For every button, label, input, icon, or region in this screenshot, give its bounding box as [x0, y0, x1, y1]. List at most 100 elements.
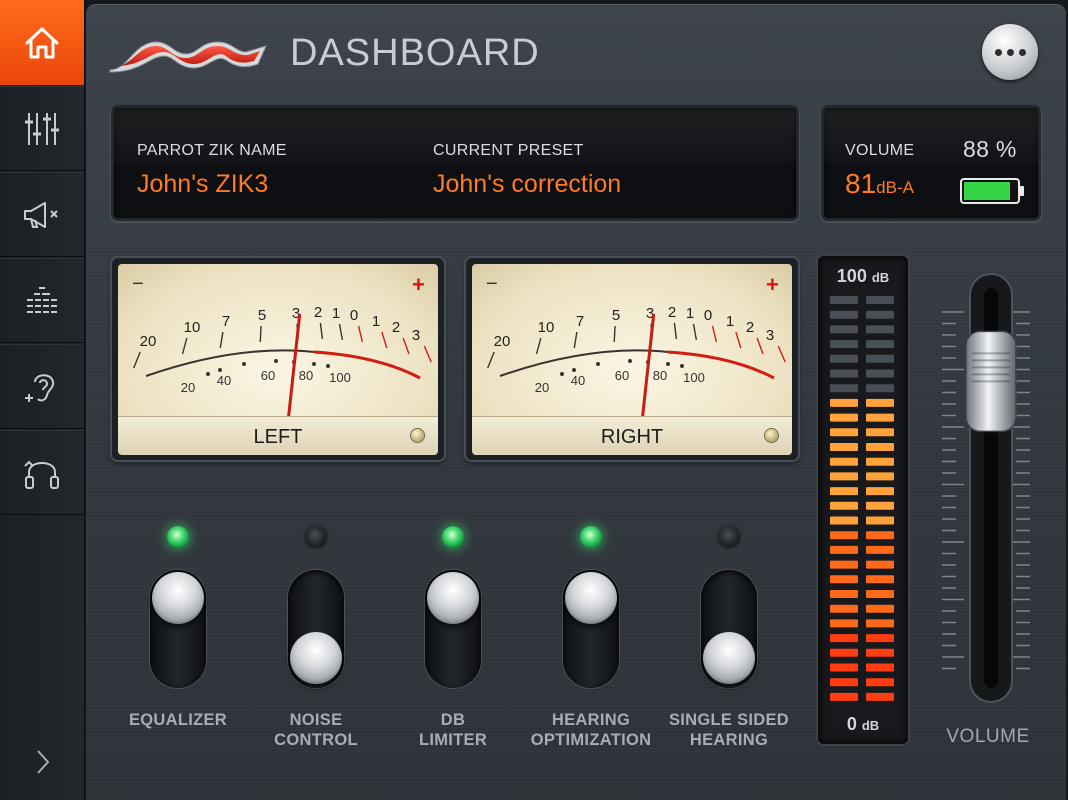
left-meter-top-tick-label: 2: [314, 304, 322, 321]
more-button[interactable]: [982, 24, 1038, 80]
right-meter-tick: [573, 331, 578, 349]
left-meter-top-tick-label: 1: [372, 313, 380, 330]
level-segment-left: [830, 648, 858, 657]
hearing-optimization-status-led: [580, 526, 602, 548]
right-vu-meter: − +20 10 7 5 3 2 1 0 1 2 3 20 40 60 80 100 RIGHT: [466, 258, 798, 460]
level-segment-right: [866, 384, 894, 393]
chevron-right-icon: [37, 750, 50, 774]
current-preset-value: John's correction: [433, 170, 622, 198]
left-meter-top-tick-label: 10: [184, 319, 201, 336]
right-meter-light: [765, 429, 778, 442]
level-segment-left: [830, 590, 858, 598]
level-segment-left: [830, 692, 858, 701]
right-meter-top-tick-label: 5: [612, 307, 620, 324]
left-meter-scale-dot: [206, 372, 210, 376]
right-meter-scale-dot: [560, 372, 564, 376]
headphones-reset-icon: [24, 460, 59, 489]
right-meter-label: RIGHT: [600, 426, 664, 448]
single-sided-hearing-toggle: SINGLE SIDED HEARING: [659, 524, 799, 764]
hearing-optimization-label-line2: OPTIMIZATION: [530, 731, 652, 749]
sidebar-item-sound-effects[interactable]: [0, 258, 84, 343]
right-meter-top-tick-label: 2: [746, 319, 754, 336]
right-meter-tick: [777, 345, 786, 363]
level-segment-right: [866, 310, 894, 319]
single-sided-hearing-label: SINGLE SIDED HEARING: [649, 710, 809, 750]
sidebar-item-noise-control[interactable]: [0, 172, 84, 257]
noise-control-toggle: NOISE CONTROL: [246, 524, 386, 764]
left-meter-scale-dot: [218, 368, 222, 372]
level-meter-top-value: 100: [836, 266, 867, 286]
sidebar-item-home[interactable]: [0, 0, 84, 85]
left-meter-scale-dot: [326, 364, 330, 368]
battery-icon: [960, 178, 1024, 204]
noise-control-status-led: [305, 526, 327, 548]
left-meter-tick: [219, 331, 224, 349]
level-segment-left: [830, 428, 858, 437]
level-segment-left: [830, 604, 858, 613]
left-meter-needle: [286, 313, 302, 429]
right-meter-tick: [673, 322, 678, 340]
left-meter-face: − +20 10 7 5 3 2 1 0 1 2 3 20 40 60 80 100: [118, 264, 438, 429]
sidebar-item-equalizer[interactable]: [0, 86, 84, 171]
left-meter-bottom-tick-label: 100: [329, 370, 351, 385]
sidebar: [0, 0, 85, 800]
level-segment-left: [830, 325, 858, 334]
level-segment-left: [830, 413, 858, 422]
right-meter-bottom-tick-label: 60: [615, 368, 629, 383]
db-limiter-label: DB LIMITER: [373, 710, 533, 750]
ear-plus-icon: [25, 373, 55, 402]
level-segment-right: [866, 634, 894, 643]
sidebar-item-headphones[interactable]: [0, 430, 84, 515]
battery-percent: 88 %: [963, 136, 1017, 162]
hearing-optimization-toggle: HEARING OPTIMIZATION: [521, 524, 661, 764]
volume-unit: dB-A: [876, 178, 914, 197]
device-info-panel: PARROT ZIK NAME John's ZIK3 CURRENT PRES…: [114, 108, 796, 218]
level-segment-right: [866, 398, 894, 407]
right-meter-needle: [640, 313, 656, 429]
level-segment-left: [830, 369, 858, 378]
right-meter-bottom-tick-label: 40: [571, 373, 585, 388]
left-meter-tick: [423, 345, 432, 363]
level-segment-right: [866, 457, 894, 466]
right-meter-tick: [613, 325, 616, 343]
level-segment-right: [866, 487, 894, 496]
volume-slider[interactable]: [926, 266, 1056, 706]
right-meter-top-tick-label: 10: [538, 319, 555, 336]
level-segment-right: [866, 663, 894, 672]
left-meter-tick: [381, 331, 388, 349]
level-segment-right: [866, 545, 894, 554]
level-segment-left: [830, 354, 858, 363]
noise-control-label: NOISE CONTROL: [236, 710, 396, 750]
level-segment-left: [830, 531, 858, 540]
equalizer-switch[interactable]: [150, 570, 206, 688]
noise-control-label-line1: NOISE: [289, 711, 343, 729]
left-meter-top-tick-label: 2: [392, 319, 400, 336]
db-limiter-switch[interactable]: [425, 570, 481, 688]
single-sided-hearing-switch[interactable]: [701, 570, 757, 688]
right-meter-top-tick-label: 0: [704, 307, 712, 324]
current-preset-label: CURRENT PRESET: [433, 142, 584, 159]
right-meter-scale-dot: [596, 362, 600, 366]
right-meter-scale-dot: [572, 368, 576, 372]
volume-slider-thumb[interactable]: [965, 330, 1017, 433]
noise-control-switch[interactable]: [288, 570, 344, 688]
level-segment-left: [830, 487, 858, 496]
sidebar-item-hearing[interactable]: [0, 344, 84, 429]
right-meter-minus: −: [486, 273, 498, 295]
sidebar-expand-button[interactable]: [28, 742, 58, 782]
dashboard-panel: DASHBOARD PARROT ZIK NAME John's ZIK3 CU…: [86, 4, 1066, 800]
level-meter-bottom-label: 0 dB: [818, 714, 908, 735]
db-limiter-status-led: [442, 526, 464, 548]
level-meter-bottom-unit: dB: [861, 718, 880, 733]
left-meter-tick: [338, 323, 344, 341]
level-segment-left: [830, 296, 858, 304]
level-segment-right: [866, 369, 894, 378]
level-segment-right: [866, 678, 894, 687]
single-sided-hearing-status-led: [718, 526, 740, 548]
level-segment-left: [830, 560, 858, 569]
battery-fill: [964, 182, 1010, 200]
db-limiter-toggle: DB LIMITER: [383, 524, 523, 764]
hearing-optimization-switch[interactable]: [563, 570, 619, 688]
hearing-optimization-label: HEARING OPTIMIZATION: [511, 710, 671, 750]
left-meter-plus: +: [412, 272, 425, 297]
